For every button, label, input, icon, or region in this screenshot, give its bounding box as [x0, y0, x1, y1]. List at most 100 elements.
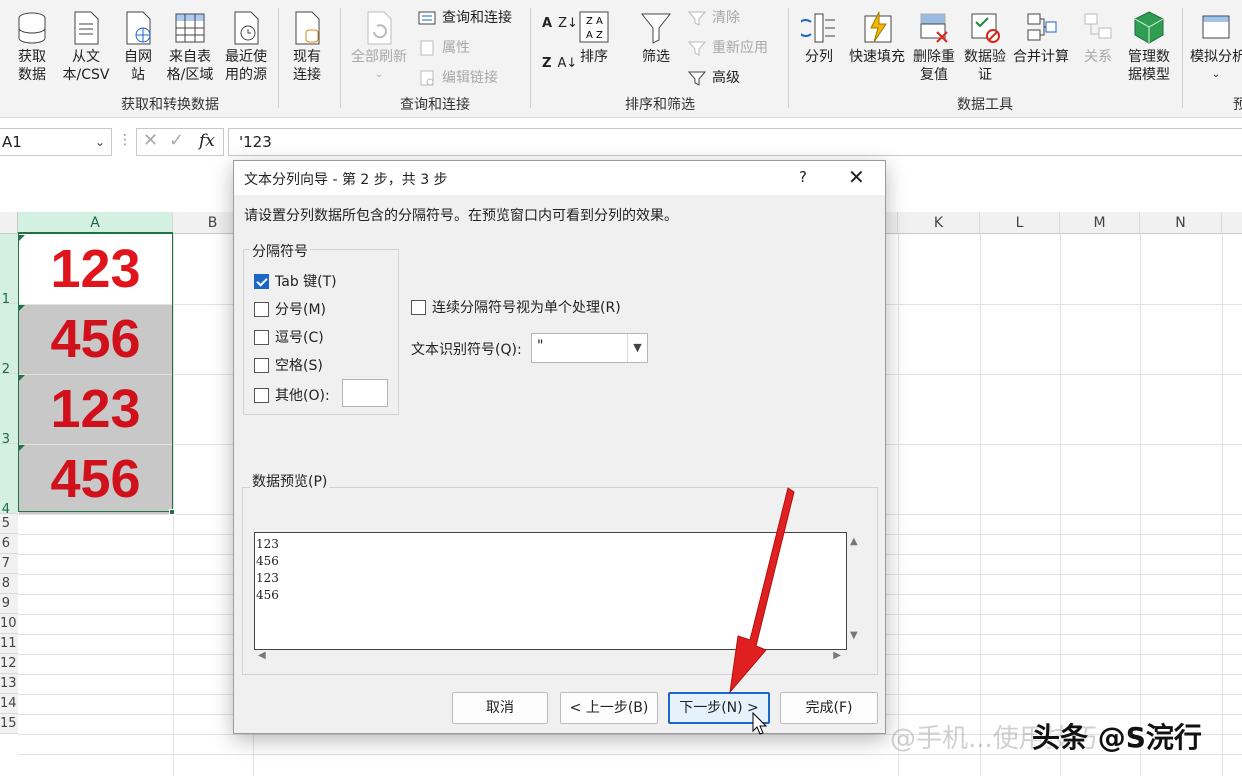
reapply-button[interactable]: 重新应用 — [688, 38, 768, 58]
space-checkbox[interactable]: 空格(S) — [254, 355, 323, 375]
chevron-down-icon: ⌄ — [374, 69, 384, 80]
column-header-m[interactable]: M — [1060, 212, 1140, 234]
tab-checkbox[interactable]: Tab 键(T) — [254, 271, 337, 291]
other-checkbox[interactable]: 其他(O): — [254, 385, 330, 405]
fill-handle[interactable] — [169, 509, 175, 515]
from-text-csv-button[interactable]: 从文本/CSV — [60, 10, 112, 84]
column-header-a[interactable]: A — [18, 212, 173, 234]
row-header-2[interactable]: 2 — [0, 304, 18, 377]
get-data-button[interactable]: 获取数据 — [6, 10, 58, 84]
queries-conn-label: 查询和连接 — [442, 10, 512, 26]
data-model-icon — [1134, 11, 1164, 44]
semicolon-label: 分号(M) — [275, 302, 327, 318]
comma-checkbox[interactable]: 逗号(C) — [254, 327, 324, 347]
text-file-icon — [74, 11, 99, 45]
clear-filter-button[interactable]: 清除 — [688, 8, 740, 28]
svg-text:A Z: A Z — [586, 30, 603, 41]
row-header-12[interactable]: 12 — [0, 654, 18, 674]
consolidate-button[interactable]: 合并计算 — [1012, 10, 1070, 66]
formula-input[interactable]: '123 — [228, 128, 1242, 156]
checkbox-checked-icon — [254, 273, 269, 289]
row-header-14[interactable]: 14 — [0, 694, 18, 714]
reapply-icon — [688, 41, 706, 56]
refresh-all-button[interactable]: 全部刷新 ⌄ — [348, 10, 410, 84]
queries-connections-button[interactable]: 查询和连接 — [418, 8, 512, 28]
consecutive-delimiters-checkbox[interactable]: 连续分隔符号视为单个处理(R) — [411, 297, 621, 317]
remove-dup-label: 删除重复值 — [913, 49, 955, 83]
relationships-label: 关系 — [1084, 49, 1112, 65]
other-delimiter-input[interactable] — [342, 379, 388, 407]
column-header-k[interactable]: K — [898, 212, 980, 234]
cancel-button[interactable]: 取消 — [452, 692, 548, 724]
row-header-15[interactable]: 15 — [0, 714, 18, 734]
red-arrow-annotation-icon — [729, 487, 795, 694]
row-header-1[interactable]: 1 — [0, 234, 18, 307]
row-header-10[interactable]: 10 — [0, 614, 18, 634]
edit-links-icon — [420, 70, 434, 86]
select-all-corner[interactable] — [0, 212, 18, 234]
watermark: 头条 @S浣行 — [1032, 721, 1202, 754]
edit-links-label: 编辑链接 — [442, 70, 498, 86]
name-box[interactable]: A1 ⌄ — [0, 128, 112, 156]
column-header-n[interactable]: N — [1140, 212, 1222, 234]
filter-label: 筛选 — [642, 49, 670, 65]
sort-button[interactable]: Z A A Z 排序 — [574, 10, 614, 66]
properties-button[interactable]: 属性 — [418, 38, 470, 58]
dialog-titlebar: 文本分列向导 - 第 2 步，共 3 步 ? ✕ — [234, 161, 885, 195]
dialog-instruction: 请设置分列数据所包含的分隔符号。在预览窗口内可看到分列的效果。 — [244, 208, 678, 224]
row-header-9[interactable]: 9 — [0, 594, 18, 614]
semicolon-checkbox[interactable]: 分号(M) — [254, 299, 326, 319]
recent-sources-button[interactable]: 最近使用的源 — [220, 10, 272, 84]
row-header-11[interactable]: 11 — [0, 634, 18, 654]
scroll-left-icon[interactable]: ◀ — [258, 650, 266, 661]
ribbon: 获取数据 从文本/CSV 自网站 来自表格/区域 最近使用的源 现有连接 全部刷… — [0, 0, 1242, 118]
column-header-o[interactable] — [1222, 212, 1242, 234]
row-header-5[interactable]: 5 — [0, 514, 18, 534]
text-qualifier-select[interactable]: " ▼ — [531, 333, 648, 363]
space-label: 空格(S) — [275, 358, 323, 374]
web-page-icon — [126, 11, 151, 45]
from-web-button[interactable]: 自网站 — [116, 10, 160, 84]
row-header-6[interactable]: 6 — [0, 534, 18, 554]
data-validation-button[interactable]: 数据验证 — [960, 10, 1010, 84]
relationships-button[interactable]: 关系 — [1076, 10, 1120, 66]
preview-vertical-scrollbar[interactable]: ▲ ▼ — [847, 532, 867, 650]
scroll-down-icon[interactable]: ▼ — [850, 630, 858, 641]
close-icon[interactable]: ✕ — [848, 165, 865, 189]
column-header-l[interactable]: L — [980, 212, 1060, 234]
sort-label: 排序 — [580, 49, 608, 65]
row-header-7[interactable]: 7 — [0, 554, 18, 574]
checkbox-unchecked-icon — [254, 387, 269, 403]
row-header-4[interactable]: 4 — [0, 444, 18, 517]
manage-data-model-button[interactable]: 管理数据模型 — [1122, 10, 1176, 84]
properties-label: 属性 — [442, 40, 470, 56]
flash-fill-button[interactable]: 快速填充 — [846, 10, 908, 66]
from-table-button[interactable]: 来自表格/区域 — [164, 10, 216, 84]
tab-label: Tab 键(T) — [275, 274, 337, 290]
sort-descending-icon[interactable]: Z A↓ — [542, 54, 577, 74]
enter-icon[interactable]: ✓ — [169, 130, 184, 151]
insert-function-icon[interactable]: fx — [199, 131, 215, 151]
edit-links-button[interactable]: 编辑链接 — [418, 68, 498, 88]
existing-conn-label: 现有连接 — [293, 49, 321, 83]
chevron-down-icon[interactable]: ▼ — [627, 334, 647, 362]
chevron-down-icon[interactable]: ⌄ — [95, 129, 105, 155]
comma-label: 逗号(C) — [275, 330, 324, 346]
advanced-filter-button[interactable]: 高级 — [688, 68, 740, 88]
row-header-13[interactable]: 13 — [0, 674, 18, 694]
back-button[interactable]: < 上一步(B) — [560, 692, 658, 724]
remove-duplicates-button[interactable]: 删除重复值 — [910, 10, 958, 84]
resize-handle-icon[interactable]: ⋮ — [118, 132, 132, 148]
what-if-analysis-button[interactable]: 模拟分析 ⌄ — [1190, 10, 1242, 84]
sort-ascending-icon[interactable]: A Z↓ — [542, 14, 578, 34]
refresh-all-label: 全部刷新 — [351, 49, 407, 65]
text-to-columns-button[interactable]: 分列 — [796, 10, 842, 66]
scroll-up-icon[interactable]: ▲ — [850, 536, 858, 547]
cancel-icon[interactable]: ✕ — [143, 130, 158, 151]
row-header-8[interactable]: 8 — [0, 574, 18, 594]
row-header-3[interactable]: 3 — [0, 374, 18, 447]
scroll-right-icon[interactable]: ▶ — [833, 650, 841, 661]
filter-button[interactable]: 筛选 — [634, 10, 678, 66]
existing-connections-button[interactable]: 现有连接 — [284, 10, 330, 84]
help-icon[interactable]: ? — [799, 168, 807, 186]
